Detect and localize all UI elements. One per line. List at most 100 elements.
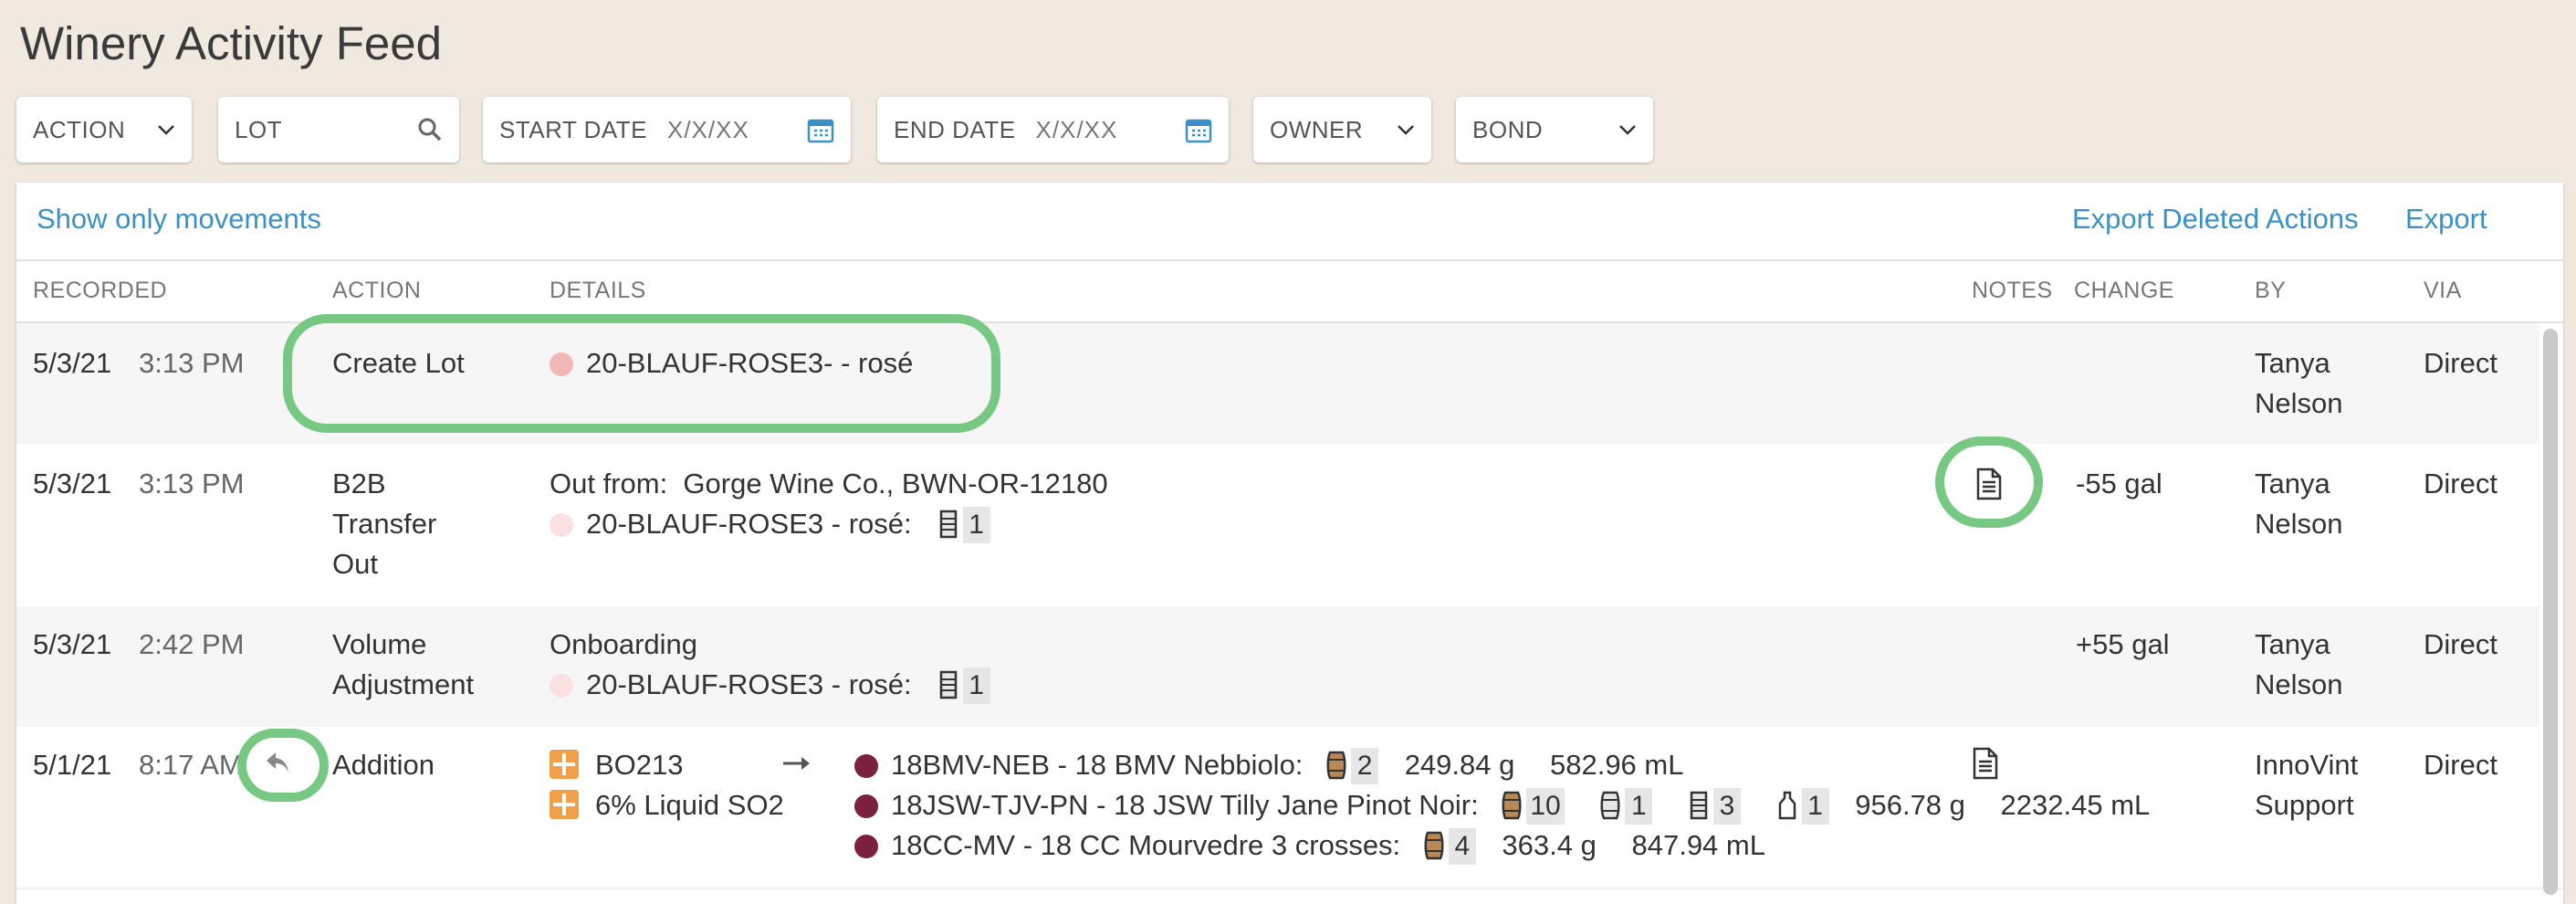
highlight-ring <box>237 729 329 802</box>
activity-panel: Show only movements Export Deleted Actio… <box>16 183 2563 904</box>
notes-icon[interactable] <box>1972 747 1999 784</box>
milliliters: 2232.45 mL <box>2000 789 2151 821</box>
grams: 956.78 g <box>1855 789 1965 821</box>
col-recorded[interactable]: RECORDED <box>33 278 167 304</box>
lot-filter[interactable]: LOT <box>218 97 459 163</box>
lot-name: 20-BLAUF-ROSE3 - rosé: <box>586 508 912 540</box>
table-row[interactable]: 5/3/21 3:13 PM B2B Transfer Out Out from: … <box>16 444 2539 606</box>
bond-filter[interactable]: BOND <box>1456 97 1653 163</box>
col-by[interactable]: BY <box>2255 278 2286 304</box>
row-via: Direct <box>2424 628 2497 660</box>
row-via: Direct <box>2424 347 2497 379</box>
bottle-icon <box>1776 791 1798 820</box>
row-by: Tanya Nelson <box>2255 625 2343 705</box>
start-date-label: START DATE <box>499 115 647 143</box>
by-first: Tanya <box>2255 628 2330 660</box>
lot-name: 18CC-MV - 18 CC Mourvedre 3 crosses: <box>891 829 1401 861</box>
action-line: Volume <box>332 628 427 660</box>
grams: 249.84 g <box>1404 749 1515 781</box>
barrel-icon <box>1325 751 1347 780</box>
divider <box>16 888 2563 889</box>
show-only-movements-link[interactable]: Show only movements <box>37 203 321 236</box>
calendar-icon[interactable] <box>807 116 834 143</box>
lot-detail[interactable]: 20-BLAUF-ROSE3 - rosé: 1 <box>550 665 990 705</box>
export-deleted-actions-link[interactable]: Export Deleted Actions <box>2072 203 2359 236</box>
end-date-label: END DATE <box>894 115 1016 143</box>
by-last: Nelson <box>2255 387 2343 419</box>
export-link[interactable]: Export <box>2405 203 2487 236</box>
tank-count: 3 <box>1712 788 1741 825</box>
bond-filter-label: BOND <box>1472 115 1544 143</box>
barrel-icon <box>1501 791 1523 820</box>
additive-item[interactable]: 6% Liquid SO2 <box>550 785 784 825</box>
barrel-count: 2 <box>1351 748 1379 784</box>
scrollbar[interactable] <box>2543 329 2558 895</box>
additive-name: BO213 <box>595 749 684 781</box>
col-details[interactable]: DETAILS <box>550 278 646 304</box>
highlight-ring <box>283 314 1000 433</box>
row-change: +55 gal <box>2076 628 2170 660</box>
table-row[interactable]: 5/3/21 2:42 PM Volume Adjustment Onboardi… <box>16 606 2539 727</box>
page-title: Winery Activity Feed <box>20 17 442 69</box>
action-line: Adjustment <box>332 668 475 700</box>
action-filter-label: ACTION <box>33 115 126 143</box>
tank-icon <box>1688 791 1710 820</box>
action-line: B2B <box>332 468 386 499</box>
lot-name: 20-BLAUF-ROSE3 - rosé: <box>586 668 912 700</box>
bottle-count: 1 <box>1801 788 1829 825</box>
lot-color-dot <box>854 835 878 858</box>
by-last: Nelson <box>2255 508 2343 540</box>
steel-count: 1 <box>1625 788 1653 825</box>
lot-color-dot <box>550 513 573 537</box>
divider <box>16 259 2563 261</box>
start-date-filter[interactable]: START DATE X/X/XX <box>483 97 851 163</box>
highlight-ring <box>1935 436 2043 528</box>
additive-icon <box>550 790 579 819</box>
row-action: Addition <box>332 749 435 781</box>
lot-detail[interactable]: 18CC-MV - 18 CC Mourvedre 3 crosses: 4 3… <box>854 825 1765 866</box>
lot-detail[interactable]: 20-BLAUF-ROSE3 - rosé: 1 <box>550 504 990 544</box>
by-first: InnoVint <box>2255 749 2359 781</box>
col-action[interactable]: ACTION <box>332 278 421 304</box>
row-date: 5/3/21 <box>33 628 112 660</box>
table-row[interactable]: 5/1/21 8:17 AM Addition BO213 6% Liquid … <box>16 727 2539 888</box>
row-action: B2B Transfer Out <box>332 464 436 584</box>
action-line: Transfer <box>332 508 437 540</box>
steel-barrel-icon <box>937 510 959 539</box>
action-filter[interactable]: ACTION <box>16 97 192 163</box>
lot-detail[interactable]: 18BMV-NEB - 18 BMV Nebbiolo: 2 249.84 g … <box>854 745 1683 785</box>
barrel-count: 10 <box>1526 788 1565 825</box>
owner-filter-label: OWNER <box>1270 115 1364 143</box>
row-by: Tanya Nelson <box>2255 464 2343 544</box>
additive-item[interactable]: BO213 <box>550 745 684 785</box>
by-first: Tanya <box>2255 468 2330 499</box>
col-via[interactable]: VIA <box>2424 278 2462 304</box>
calendar-icon[interactable] <box>1185 116 1212 143</box>
end-date-filter[interactable]: END DATE X/X/XX <box>877 97 1229 163</box>
steel-barrel-icon <box>1599 791 1621 820</box>
row-by: InnoVint Support <box>2255 745 2358 825</box>
by-last: Support <box>2255 789 2354 821</box>
row-time: 8:17 AM <box>139 749 243 781</box>
milliliters: 847.94 mL <box>1631 829 1765 861</box>
arrow-right-icon <box>781 754 812 777</box>
search-icon <box>417 117 443 142</box>
additive-icon <box>550 750 579 779</box>
row-by: Tanya Nelson <box>2255 343 2343 424</box>
onboarding-detail: Onboarding <box>550 628 698 660</box>
row-via: Direct <box>2424 749 2497 781</box>
lot-filter-label: LOT <box>235 115 283 143</box>
lot-name: 18JSW-TJV-PN - 18 JSW Tilly Jane Pinot N… <box>891 789 1479 821</box>
barrel-count: 4 <box>1448 828 1476 865</box>
col-notes[interactable]: NOTES <box>1972 278 2053 304</box>
col-change[interactable]: CHANGE <box>2074 278 2174 304</box>
lot-color-dot <box>550 674 573 698</box>
row-date: 5/1/21 <box>33 749 112 781</box>
row-via: Direct <box>2424 468 2497 499</box>
owner-filter[interactable]: OWNER <box>1253 97 1431 163</box>
chevron-down-icon <box>1397 123 1415 136</box>
row-time: 2:42 PM <box>139 628 245 660</box>
lot-detail[interactable]: 18JSW-TJV-PN - 18 JSW Tilly Jane Pinot N… <box>854 785 2150 825</box>
lot-color-dot <box>854 754 878 778</box>
grams: 363.4 g <box>1502 829 1597 861</box>
